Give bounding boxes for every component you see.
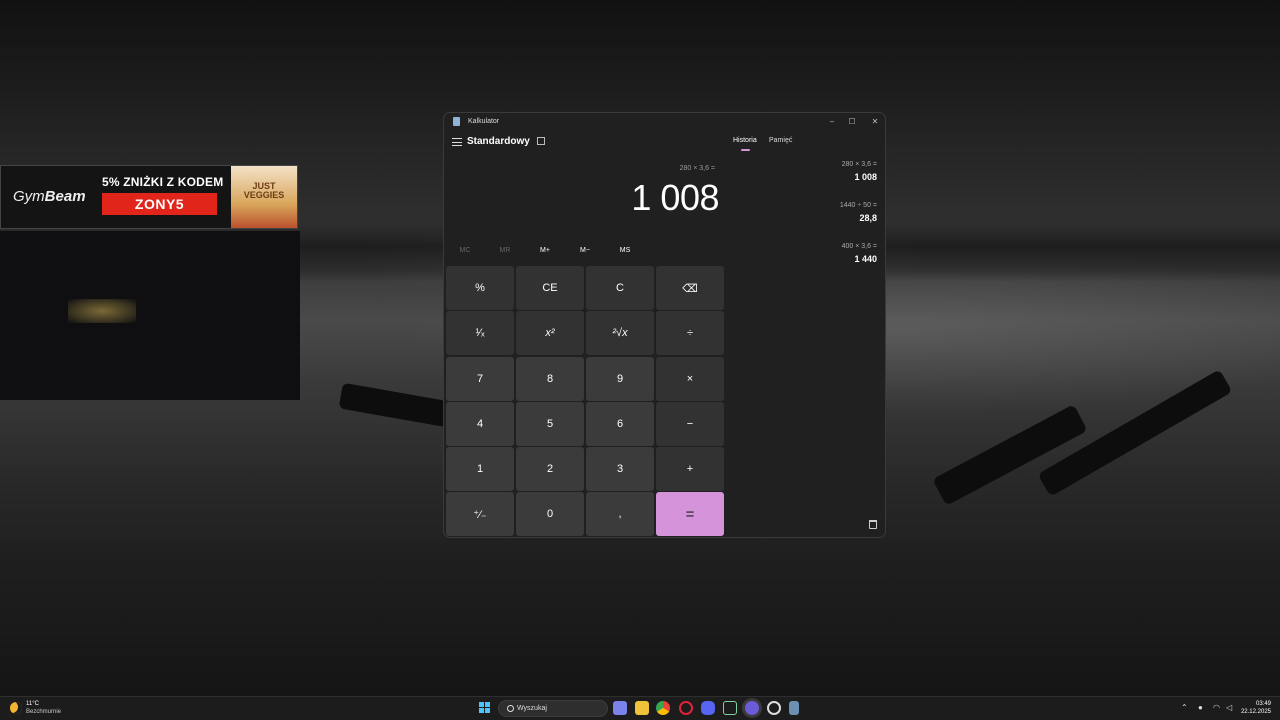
ad-product-image: JUST VEGGIES: [231, 166, 297, 228]
weather-description[interactable]: Bezchmurnie: [26, 709, 61, 715]
search-icon: [507, 705, 514, 712]
wifi-icon[interactable]: ◠: [1213, 703, 1220, 712]
chevron-up-icon[interactable]: ⌃: [1181, 703, 1188, 712]
calculator-app-icon: [453, 117, 460, 126]
close-button[interactable]: ✕: [865, 115, 885, 129]
digit-2-button[interactable]: 2: [516, 447, 584, 491]
memory-clear-button[interactable]: MC: [445, 247, 485, 254]
subtract-button[interactable]: −: [656, 402, 724, 446]
chrome-alt-icon[interactable]: [767, 701, 781, 715]
memory-recall-button[interactable]: MR: [485, 247, 525, 254]
maximize-button[interactable]: ☐: [842, 115, 862, 129]
digit-0-button[interactable]: 0: [516, 492, 584, 536]
digit-5-button[interactable]: 5: [516, 402, 584, 446]
camera-scene: [68, 299, 136, 323]
volume-icon[interactable]: ◁: [1226, 703, 1232, 712]
tab-memory[interactable]: Pamięć: [769, 137, 792, 144]
history-item[interactable]: 1440 ÷ 50 = 28,8: [840, 202, 877, 223]
microphone-icon[interactable]: ●: [1198, 703, 1203, 712]
chrome-icon[interactable]: [656, 701, 670, 715]
history-result: 28,8: [859, 213, 877, 223]
history-result: 1 440: [854, 254, 877, 264]
digit-6-button[interactable]: 6: [586, 402, 654, 446]
system-clock[interactable]: 03:49 22.12.2025: [1241, 700, 1271, 716]
clock-time: 03:49: [1255, 701, 1271, 707]
calculator-icon[interactable]: [789, 701, 799, 715]
title-bar[interactable]: Kalkulator – ☐ ✕: [444, 113, 885, 131]
expression-display: 280 × 3,6 =: [679, 165, 715, 172]
digit-9-button[interactable]: 9: [586, 357, 654, 401]
decimal-button[interactable]: ,: [586, 492, 654, 536]
add-button[interactable]: +: [656, 447, 724, 491]
digit-8-button[interactable]: 8: [516, 357, 584, 401]
square-button[interactable]: x²: [516, 311, 584, 355]
app-icon[interactable]: [745, 701, 759, 715]
digit-7-button[interactable]: 7: [446, 357, 514, 401]
windows-start-icon[interactable]: [479, 702, 491, 714]
clear-button[interactable]: C: [586, 266, 654, 310]
equals-button[interactable]: =: [656, 492, 724, 536]
discord-icon[interactable]: [701, 701, 715, 715]
result-display: 1 008: [631, 177, 719, 218]
negate-button[interactable]: ⁺∕₋: [446, 492, 514, 536]
divide-button[interactable]: ÷: [656, 311, 724, 355]
digit-3-button[interactable]: 3: [586, 447, 654, 491]
keep-on-top-icon[interactable]: [537, 137, 545, 145]
ad-discount-code: ZONY5: [102, 193, 217, 215]
memory-store-button[interactable]: MS: [605, 247, 645, 254]
history-item[interactable]: 280 × 3,6 = 1 008: [842, 161, 877, 182]
delete-history-icon[interactable]: [869, 520, 877, 529]
ad-promo-text: 5% ZNIŻKI Z KODEM: [102, 175, 224, 189]
opera-icon[interactable]: [679, 701, 693, 715]
wallpaper-log: [932, 404, 1088, 506]
square-root-button[interactable]: ²√x: [586, 311, 654, 355]
backspace-button[interactable]: ⌫: [656, 266, 724, 310]
history-expression: 400 × 3,6 =: [841, 243, 877, 250]
hamburger-menu-icon[interactable]: [452, 138, 462, 146]
weather-temperature[interactable]: 11°C: [26, 701, 39, 707]
keypad: % CE C ⌫ ¹⁄ₓ x² ²√x ÷ 7 8 9 × 4 5 6 − 1 …: [446, 266, 726, 537]
minimize-button[interactable]: –: [822, 115, 842, 129]
active-tab-indicator: [741, 149, 750, 151]
wallpaper-log: [338, 382, 452, 428]
xbox-icon[interactable]: [723, 701, 737, 715]
history-expression: 280 × 3,6 =: [841, 161, 877, 168]
desktop-wallpaper: GymBeam 5% ZNIŻKI Z KODEM ZONY5 JUST VEG…: [0, 0, 1280, 696]
tab-history[interactable]: Historia: [733, 137, 757, 144]
clear-entry-button[interactable]: CE: [516, 266, 584, 310]
memory-add-button[interactable]: M+: [525, 247, 565, 254]
memory-subtract-button[interactable]: M−: [565, 247, 605, 254]
digit-4-button[interactable]: 4: [446, 402, 514, 446]
gymbeam-ad-banner[interactable]: GymBeam 5% ZNIŻKI Z KODEM ZONY5 JUST VEG…: [0, 165, 298, 229]
taskbar: 11°C Bezchmurnie Wyszukaj ⌃ ● ◠ ◁ 03:49 …: [0, 696, 1280, 720]
history-result: 1 008: [854, 172, 877, 182]
percent-button[interactable]: %: [446, 266, 514, 310]
clock-date: 22.12.2025: [1240, 709, 1271, 715]
weather-moon-icon[interactable]: [10, 702, 22, 714]
file-explorer-icon[interactable]: [635, 701, 649, 715]
window-title: Kalkulator: [468, 118, 500, 125]
teams-icon[interactable]: [613, 701, 627, 715]
camera-preview: [0, 231, 300, 400]
history-expression: 1440 ÷ 50 =: [839, 202, 877, 209]
multiply-button[interactable]: ×: [656, 357, 724, 401]
reciprocal-button[interactable]: ¹⁄ₓ: [446, 311, 514, 355]
calculator-mode-title: Standardowy: [467, 136, 530, 147]
history-item[interactable]: 400 × 3,6 = 1 440: [842, 243, 877, 264]
taskbar-search-box[interactable]: Wyszukaj: [498, 700, 608, 717]
ad-brand-logo: GymBeam: [13, 188, 86, 205]
search-placeholder: Wyszukaj: [517, 705, 547, 712]
calculator-window[interactable]: Kalkulator – ☐ ✕ Standardowy Historia Pa…: [443, 112, 886, 538]
digit-1-button[interactable]: 1: [446, 447, 514, 491]
